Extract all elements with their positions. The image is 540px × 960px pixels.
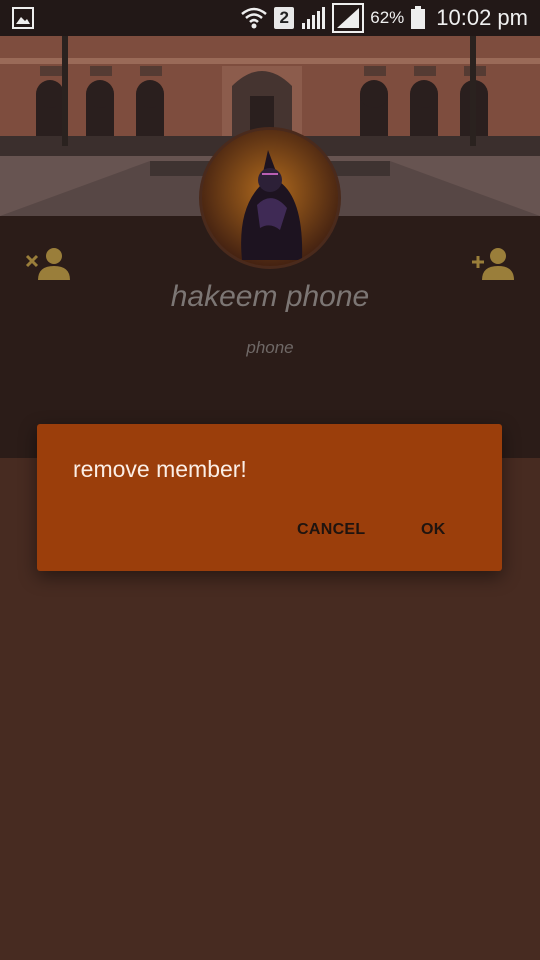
battery-percent: 62% bbox=[370, 8, 405, 27]
clock: 10:02 pm bbox=[436, 5, 528, 30]
wifi-icon bbox=[241, 7, 268, 29]
signal-icon bbox=[302, 7, 326, 29]
remove-member-dialog: remove member! CANCEL OK bbox=[37, 424, 502, 571]
status-bar-left bbox=[12, 7, 34, 29]
sim-slot-badge: 2 bbox=[274, 7, 295, 29]
image-notification-icon bbox=[12, 7, 34, 29]
add-person-icon[interactable] bbox=[470, 244, 518, 284]
profile-name: hakeem phone bbox=[170, 280, 370, 313]
ok-button[interactable]: OK bbox=[421, 516, 446, 544]
dialog-title: remove member! bbox=[73, 456, 247, 482]
signal-icon-secondary bbox=[332, 3, 365, 33]
status-bar: 2 62% 10:02 pm bbox=[0, 0, 540, 36]
avatar[interactable] bbox=[199, 127, 341, 269]
status-bar-right: 2 62% 10:02 pm bbox=[240, 3, 528, 33]
battery-icon bbox=[411, 6, 426, 29]
profile-subtitle: phone bbox=[246, 338, 294, 357]
remove-person-icon[interactable] bbox=[24, 244, 72, 284]
screen: 2 62% 10:02 pm hakeem phone phone remove… bbox=[0, 0, 540, 960]
cancel-button[interactable]: CANCEL bbox=[297, 516, 365, 544]
